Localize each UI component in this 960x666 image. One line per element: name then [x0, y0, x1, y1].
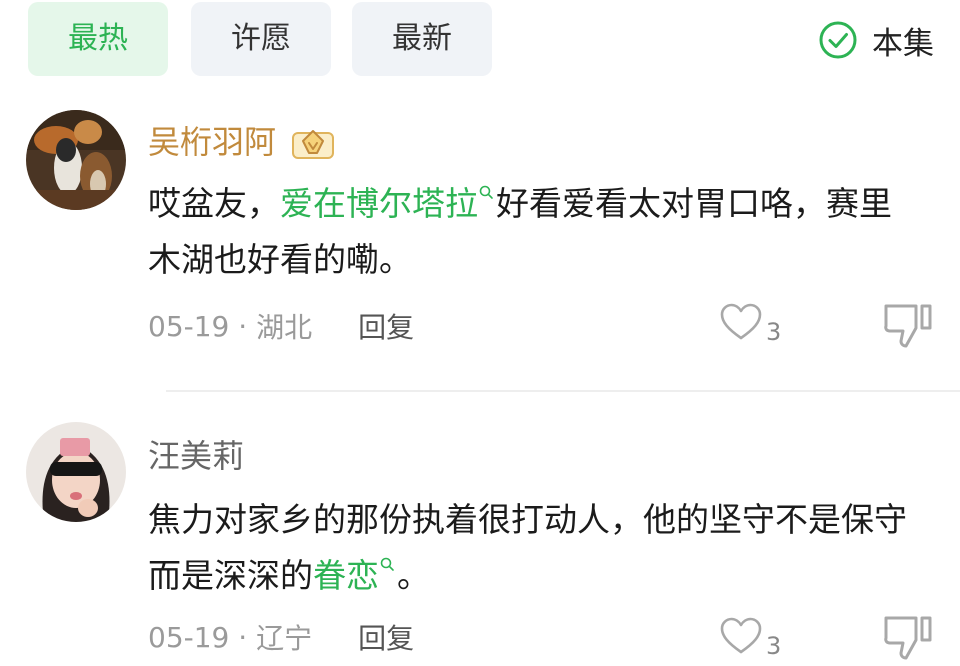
- keyword-link[interactable]: 爱在博尔塔拉: [280, 184, 478, 223]
- thumbs-down-icon: [884, 304, 932, 348]
- check-circle-icon[interactable]: [818, 20, 858, 60]
- dislike-button[interactable]: [880, 610, 936, 666]
- tab-wish[interactable]: 许愿: [191, 2, 331, 76]
- comment-meta: 05-19 · 湖北 回复: [148, 304, 414, 348]
- comment-item: 吴桁羽阿 哎盆友，爱在博尔塔拉 好看爱看太对胃口咯，赛里木湖也好看的嘞。 05-1…: [0, 104, 960, 386]
- username[interactable]: 吴桁羽阿: [148, 120, 276, 164]
- comment-text-part: 哎盆友，: [148, 184, 280, 223]
- reply-button[interactable]: 回复: [358, 617, 414, 657]
- keyword-link[interactable]: 眷恋: [313, 556, 379, 595]
- comment-location: 辽宁: [256, 622, 313, 655]
- search-icon[interactable]: [379, 556, 395, 572]
- avatar-image: [26, 110, 126, 210]
- heart-icon: [720, 617, 762, 654]
- comment-text: 焦力对家乡的那份执着很打动人，他的坚守不是保守而是深深的眷恋。: [148, 492, 908, 604]
- meta-separator: ·: [229, 309, 257, 343]
- comment-meta: 05-19 · 辽宁 回复: [148, 615, 414, 659]
- sort-tabs: 最热 许愿 最新 本集: [0, 0, 960, 88]
- tab-hot[interactable]: 最热: [28, 2, 168, 76]
- username-row: 汪美莉: [148, 434, 244, 478]
- comment-date: 05-19: [148, 620, 230, 654]
- like-count: 3: [766, 632, 782, 660]
- like-button[interactable]: 3: [718, 614, 788, 664]
- comment-panel: 最热 许愿 最新 本集 吴桁羽阿 哎盆友，爱在博尔塔拉 好看爱看太对胃口咯，赛里…: [0, 0, 960, 666]
- comment-item: 汪美莉 焦力对家乡的那份执着很打动人，他的坚守不是保守而是深深的眷恋。 05-1…: [0, 418, 960, 666]
- like-button[interactable]: 3: [718, 300, 788, 350]
- thumbs-down-icon: [884, 616, 932, 660]
- comment-date: 05-19: [148, 309, 230, 343]
- comment-text-part: 焦力对家乡的那份执着很打动人，他的坚守不是保守而是深深的: [148, 500, 907, 595]
- reply-button[interactable]: 回复: [358, 306, 414, 346]
- avatar[interactable]: [26, 110, 126, 210]
- comment-text-part: 。: [397, 556, 430, 595]
- divider: [166, 390, 960, 392]
- episode-filter-toggle[interactable]: 本集: [818, 18, 934, 62]
- comment-text: 哎盆友，爱在博尔塔拉 好看爱看太对胃口咯，赛里木湖也好看的嘞。: [148, 176, 908, 288]
- avatar[interactable]: [26, 422, 126, 522]
- like-count: 3: [766, 318, 782, 346]
- username-row: 吴桁羽阿: [148, 120, 336, 164]
- search-icon[interactable]: [478, 184, 494, 200]
- comment-location: 湖北: [256, 311, 313, 344]
- heart-icon: [720, 303, 762, 340]
- tab-latest[interactable]: 最新: [352, 2, 492, 76]
- dislike-button[interactable]: [880, 298, 936, 354]
- username[interactable]: 汪美莉: [148, 434, 244, 478]
- avatar-image: [26, 422, 126, 522]
- vip-crown-icon: [292, 130, 335, 159]
- episode-filter-label: 本集: [872, 25, 934, 62]
- meta-separator: ·: [229, 620, 257, 654]
